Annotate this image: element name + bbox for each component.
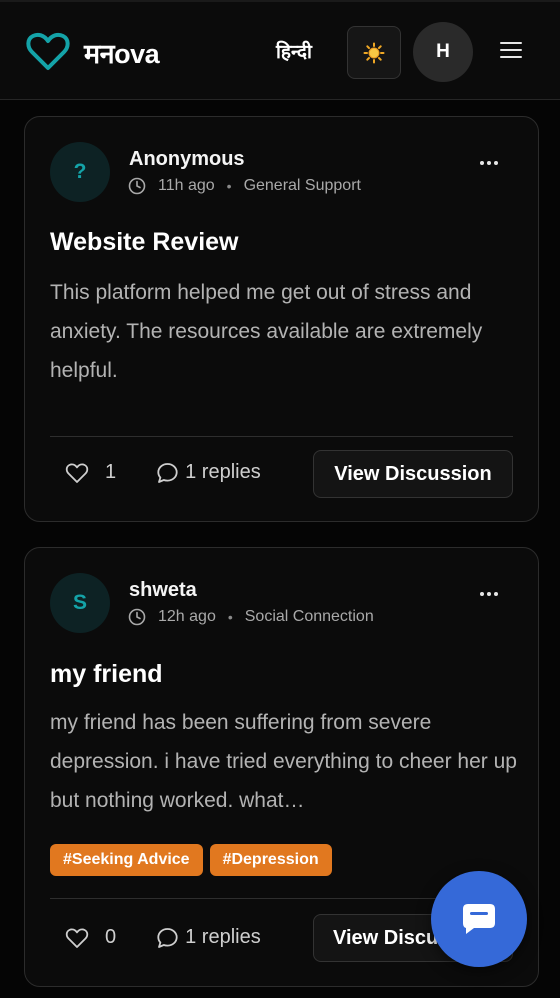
like-button[interactable]: 0 <box>65 926 116 949</box>
post-meta: 11h ago • General Support <box>128 177 361 195</box>
dot <box>487 592 491 596</box>
post-time: 11h ago <box>158 177 215 194</box>
theme-toggle-button[interactable] <box>347 26 401 79</box>
tag-seeking-advice[interactable]: #Seeking Advice <box>50 844 203 876</box>
menu-line <box>500 56 522 58</box>
post-card: ? Anonymous 11h ago • General Support We… <box>24 116 539 522</box>
author-name: Anonymous <box>129 148 245 170</box>
clock-icon <box>128 177 146 195</box>
like-count: 0 <box>105 926 117 948</box>
top-navbar: मनova हिन्दी H <box>0 0 560 100</box>
clock-icon <box>128 608 146 626</box>
dot <box>494 592 498 596</box>
dot <box>480 161 484 165</box>
replies-link[interactable]: 1 replies <box>156 926 261 949</box>
chat-button[interactable] <box>431 871 527 967</box>
more-options-icon[interactable] <box>480 592 498 596</box>
hamburger-icon[interactable] <box>500 42 522 62</box>
heart-icon <box>65 463 89 483</box>
replies-count: 1 replies <box>185 461 261 483</box>
heart-logo-icon <box>26 32 70 70</box>
menu-line <box>500 42 522 44</box>
author-avatar: S <box>50 573 110 633</box>
post-time: 12h ago <box>158 608 216 625</box>
like-button[interactable]: 1 <box>65 461 116 484</box>
view-discussion-button[interactable]: View Discussion <box>313 450 513 498</box>
post-title[interactable]: Website Review <box>50 228 239 257</box>
dot <box>480 592 484 596</box>
comment-icon <box>157 462 178 483</box>
post-title[interactable]: my friend <box>50 660 163 689</box>
tag-list: #Seeking Advice #Depression <box>50 844 332 876</box>
post-actions: 0 1 replies <box>65 926 261 949</box>
sun-icon <box>363 42 385 63</box>
replies-link[interactable]: 1 replies <box>156 461 261 484</box>
meta-separator: • <box>226 178 232 194</box>
author-name: shweta <box>129 579 197 601</box>
dot <box>494 161 498 165</box>
menu-line <box>500 49 522 51</box>
post-category[interactable]: General Support <box>244 177 361 195</box>
comment-icon <box>157 927 178 948</box>
heart-icon <box>65 928 89 948</box>
post-category[interactable]: Social Connection <box>245 608 374 626</box>
dot <box>487 161 491 165</box>
meta-separator: • <box>227 609 233 625</box>
divider <box>50 436 513 437</box>
user-avatar-button[interactable]: H <box>413 22 473 82</box>
post-actions: 1 1 replies <box>65 461 261 484</box>
post-body: my friend has been suffering from severe… <box>50 711 517 812</box>
post-meta: 12h ago • Social Connection <box>128 608 374 626</box>
brand-logo[interactable]: मनova <box>26 32 160 72</box>
language-toggle[interactable]: हिन्दी <box>276 38 312 64</box>
brand-name: मनova <box>84 38 160 69</box>
tag-depression[interactable]: #Depression <box>209 844 332 876</box>
chat-bubble-icon <box>463 904 495 934</box>
more-options-icon[interactable] <box>480 161 498 165</box>
replies-count: 1 replies <box>185 926 261 948</box>
like-count: 1 <box>105 461 117 483</box>
post-body: This platform helped me get out of stres… <box>50 281 483 382</box>
author-avatar: ? <box>50 142 110 202</box>
